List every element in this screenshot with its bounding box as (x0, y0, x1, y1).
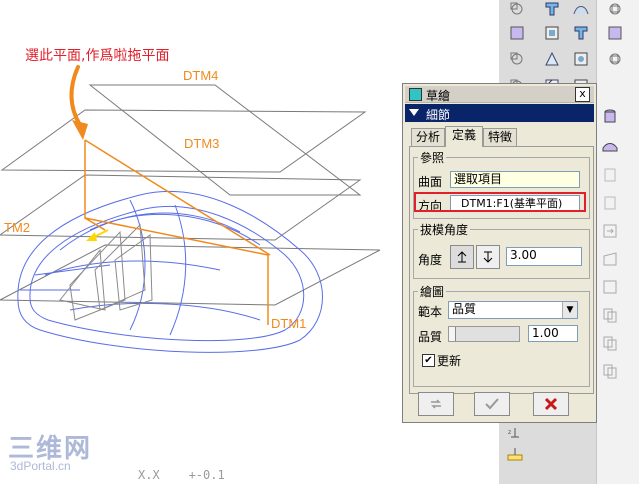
hole-icon[interactable] (572, 50, 590, 68)
offset-icon[interactable] (601, 250, 619, 268)
paste-icon[interactable] (601, 334, 619, 352)
axis-z-icon[interactable]: z (506, 425, 524, 443)
draft-icon[interactable] (543, 50, 561, 68)
datum-plane-icon[interactable] (508, 0, 526, 18)
surface-selector[interactable]: 選取項目 (450, 171, 580, 188)
angle-down-button[interactable] (476, 245, 500, 269)
plane-purple-icon[interactable] (508, 24, 526, 42)
datum-axis-icon[interactable] (606, 0, 624, 18)
datum-label-dtm2[interactable]: TM2 (4, 220, 30, 235)
dtm2-plane (0, 244, 381, 306)
paste-special-icon[interactable] (601, 362, 619, 380)
datum-label-dtm3[interactable]: DTM3 (184, 136, 219, 151)
angle-label: 角度 (418, 253, 443, 267)
cancel-button[interactable] (533, 392, 569, 416)
dtm1-plane-highlight (84, 139, 271, 325)
extrude-icon[interactable] (543, 0, 561, 18)
draft-angle-legend: 拔模角度 (420, 223, 469, 237)
template-value: 品質 (452, 302, 477, 316)
sketch-dialog: 草繪 x 細節 分析 定義 特徵 參照 曲面 選取項目 方向 DTM1:F1(基… (402, 83, 597, 423)
quality-input[interactable]: 1.00 (528, 325, 578, 342)
refresh-icon (431, 399, 441, 409)
arrow-down-icon (483, 251, 493, 263)
direction-highlight (414, 192, 586, 212)
sweep-icon[interactable] (572, 0, 590, 18)
quality-slider[interactable] (448, 326, 520, 342)
datum-label-dtm1[interactable]: DTM1 (271, 316, 306, 331)
definition-panel: 參照 曲面 選取項目 方向 DTM1:F1(基準平面) 拔模角度 角度 3.00… (409, 146, 594, 394)
details-header[interactable]: 細節 (405, 104, 594, 122)
blank-tool-2-icon[interactable] (601, 194, 619, 212)
details-label: 細節 (426, 108, 451, 122)
refresh-button[interactable] (418, 392, 454, 416)
direction-arrow (86, 229, 109, 241)
plot-legend: 繪圖 (420, 285, 445, 299)
chevron-down-icon[interactable]: ▼ (562, 302, 577, 318)
update-checkbox[interactable]: ✔ (422, 354, 435, 367)
annotation-arrow (69, 65, 88, 140)
update-label: 更新 (437, 354, 462, 368)
shell-icon[interactable] (543, 24, 561, 42)
dialog-app-icon (409, 88, 422, 101)
svg-text:z: z (508, 429, 511, 436)
cancel-x-icon (544, 397, 558, 411)
dialog-title-bar[interactable]: 草繪 x (405, 86, 594, 103)
cylinder-icon[interactable] (601, 108, 619, 126)
sketch-plane-icon[interactable] (606, 24, 624, 42)
close-button[interactable]: x (575, 87, 590, 102)
dtm4-plane (88, 84, 362, 196)
ok-button[interactable] (474, 392, 510, 416)
arrow-up-icon (457, 251, 467, 263)
datum-point-icon[interactable] (508, 50, 526, 68)
surface-label: 曲面 (418, 175, 443, 189)
quality-label: 品質 (418, 330, 443, 344)
template-select[interactable]: 品質 ▼ (448, 301, 578, 319)
merge-icon[interactable] (601, 278, 619, 296)
status-readout: X.X +-0.1 (138, 468, 225, 482)
angle-up-button[interactable] (450, 245, 474, 269)
axis-x-icon[interactable] (506, 445, 524, 463)
copy-icon[interactable] (601, 306, 619, 324)
quality-slider-thumb[interactable] (449, 327, 456, 341)
references-legend: 參照 (420, 151, 445, 165)
move-icon[interactable] (601, 222, 619, 240)
dialog-title: 草繪 (426, 89, 451, 103)
angle-input[interactable]: 3.00 (506, 247, 582, 266)
tab-definition[interactable]: 定義 (445, 126, 483, 147)
blank-tool-1-icon[interactable] (601, 166, 619, 184)
datum-label-dtm4[interactable]: DTM4 (183, 68, 218, 83)
check-icon (485, 398, 499, 410)
tab-features[interactable]: 特徵 (483, 128, 517, 146)
rib-icon[interactable] (572, 24, 590, 42)
collapse-arrow-icon[interactable] (409, 109, 419, 116)
surface-icon[interactable] (601, 136, 619, 154)
coord-sys-icon[interactable] (606, 50, 624, 68)
watermark-url: 3dPortal.cn (10, 459, 71, 473)
dtm-mid-plane (0, 174, 362, 241)
right-toolbar (596, 0, 639, 484)
template-label: 範本 (418, 305, 443, 319)
annotation-text: 選此平面,作爲啦拖平面 (25, 48, 170, 64)
tab-analysis[interactable]: 分析 (411, 128, 445, 146)
